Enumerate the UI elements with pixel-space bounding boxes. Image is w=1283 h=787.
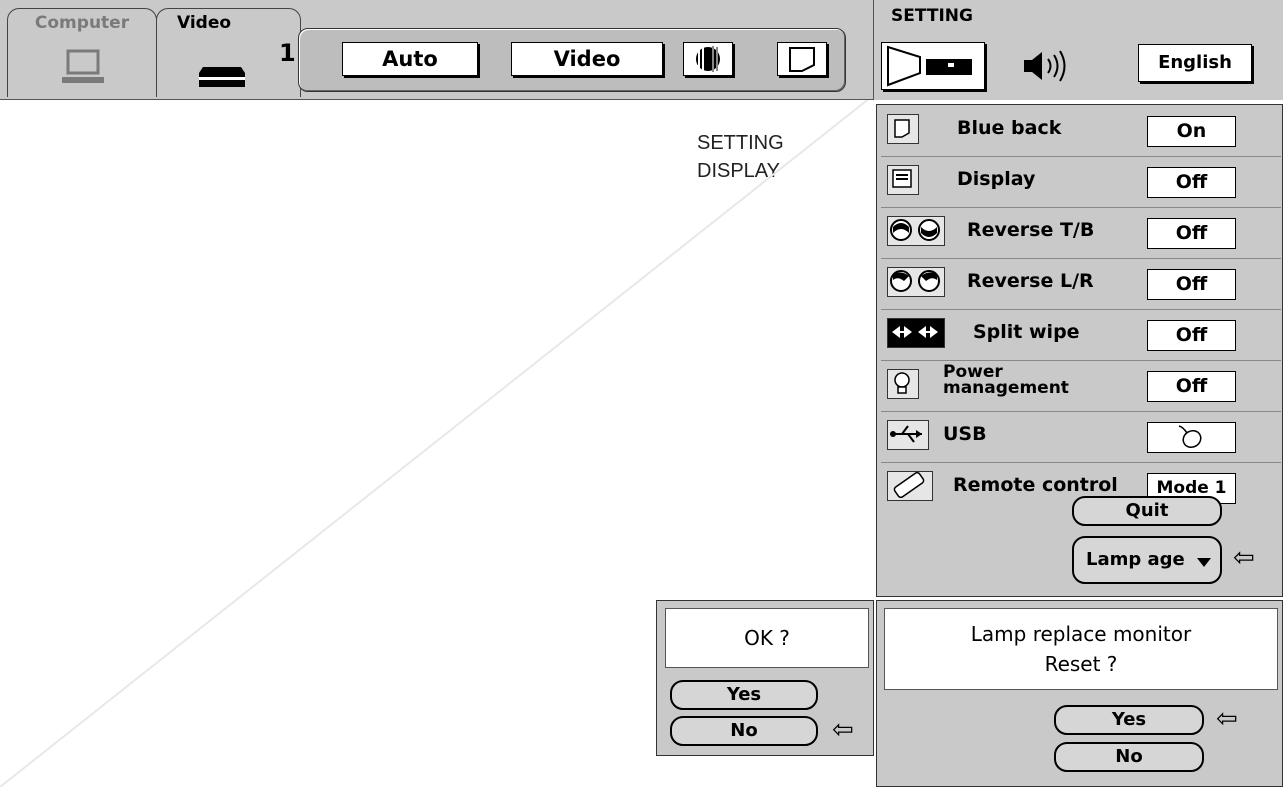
reverse-tb-icon — [887, 216, 945, 246]
menu-row-blue-back[interactable]: Blue back On — [881, 106, 1281, 157]
ok-yes-button[interactable]: Yes — [670, 680, 818, 710]
screen-button[interactable] — [777, 42, 827, 76]
display-icon — [887, 165, 919, 195]
screen-icon — [789, 47, 815, 72]
menu-row-split-wipe[interactable]: Split wipe Off — [881, 310, 1281, 361]
picture-adjust-button[interactable] — [683, 42, 733, 76]
picture-adjust-icon — [696, 46, 720, 72]
language-button[interactable]: English — [1138, 44, 1252, 82]
remote-control-icon — [887, 471, 933, 501]
power-management-value[interactable]: Off — [1147, 371, 1236, 402]
split-wipe-label: Split wipe — [973, 321, 1080, 343]
blue-back-value[interactable]: On — [1147, 116, 1236, 147]
auto-button[interactable]: Auto — [342, 42, 478, 76]
split-wipe-value[interactable]: Off — [1147, 320, 1236, 351]
chevron-down-icon — [1197, 558, 1211, 567]
screen-projector-icon — [887, 45, 972, 87]
reverse-lr-icon — [887, 267, 945, 297]
screen-projector-button[interactable] — [881, 42, 985, 90]
reverse-lr-value[interactable]: Off — [1147, 269, 1236, 300]
laptop-icon — [62, 49, 104, 83]
vcr-icon — [199, 67, 245, 87]
tab-computer[interactable]: Computer — [7, 8, 157, 97]
remote-control-label: Remote control — [953, 474, 1118, 496]
lamp-message-line2: Reset ? — [1044, 652, 1118, 676]
tab-computer-label: Computer — [34, 13, 130, 33]
blue-back-label: Blue back — [957, 117, 1062, 139]
setting-title: SETTING — [891, 6, 973, 26]
ok-no-button[interactable]: No — [670, 716, 818, 746]
menu-row-reverse-tb[interactable]: Reverse T/B Off — [881, 208, 1281, 259]
speaker-icon[interactable] — [1020, 48, 1080, 84]
tab-video-label: Video — [177, 13, 232, 33]
mouse-icon — [1178, 425, 1202, 449]
display-label: Display — [957, 168, 1036, 190]
lightbulb-icon — [887, 369, 919, 399]
lamp-message: Lamp replace monitor Reset ? — [884, 608, 1278, 690]
split-wipe-icon — [887, 318, 945, 348]
pointer-arrow-icon: ⇦ — [1233, 543, 1255, 573]
reverse-tb-value[interactable]: Off — [1147, 218, 1236, 249]
lamp-yes-button[interactable]: Yes — [1054, 705, 1204, 735]
tab-video[interactable]: Video 1 — [156, 8, 301, 97]
lamp-age-button[interactable]: Lamp age — [1072, 536, 1222, 584]
lamp-no-button[interactable]: No — [1054, 742, 1204, 772]
menu-row-power-management[interactable]: Power management Off — [881, 361, 1281, 412]
blue-back-icon — [887, 114, 919, 144]
menu-row-reverse-lr[interactable]: Reverse L/R Off — [881, 259, 1281, 310]
quit-button[interactable]: Quit — [1072, 496, 1222, 526]
pointer-arrow-icon: ⇦ — [1216, 704, 1238, 734]
ok-message: OK ? — [665, 608, 869, 668]
display-value[interactable]: Off — [1147, 167, 1236, 198]
lamp-age-label: Lamp age — [1086, 549, 1185, 570]
power-management-label-line2: management — [943, 378, 1069, 398]
power-management-label: Power management — [943, 364, 1069, 398]
video-source-number: 1 — [279, 39, 296, 67]
video-system-button[interactable]: Video — [511, 42, 663, 76]
menu-row-usb[interactable]: USB — [881, 412, 1281, 463]
reverse-lr-label: Reverse L/R — [967, 270, 1094, 292]
usb-icon — [887, 420, 929, 450]
pointer-arrow-icon: ⇦ — [832, 715, 854, 745]
lamp-message-line1: Lamp replace monitor — [970, 622, 1192, 646]
reverse-tb-label: Reverse T/B — [967, 219, 1095, 241]
usb-label: USB — [943, 423, 987, 445]
usb-value[interactable] — [1147, 422, 1236, 453]
menu-row-display[interactable]: Display Off — [881, 157, 1281, 208]
